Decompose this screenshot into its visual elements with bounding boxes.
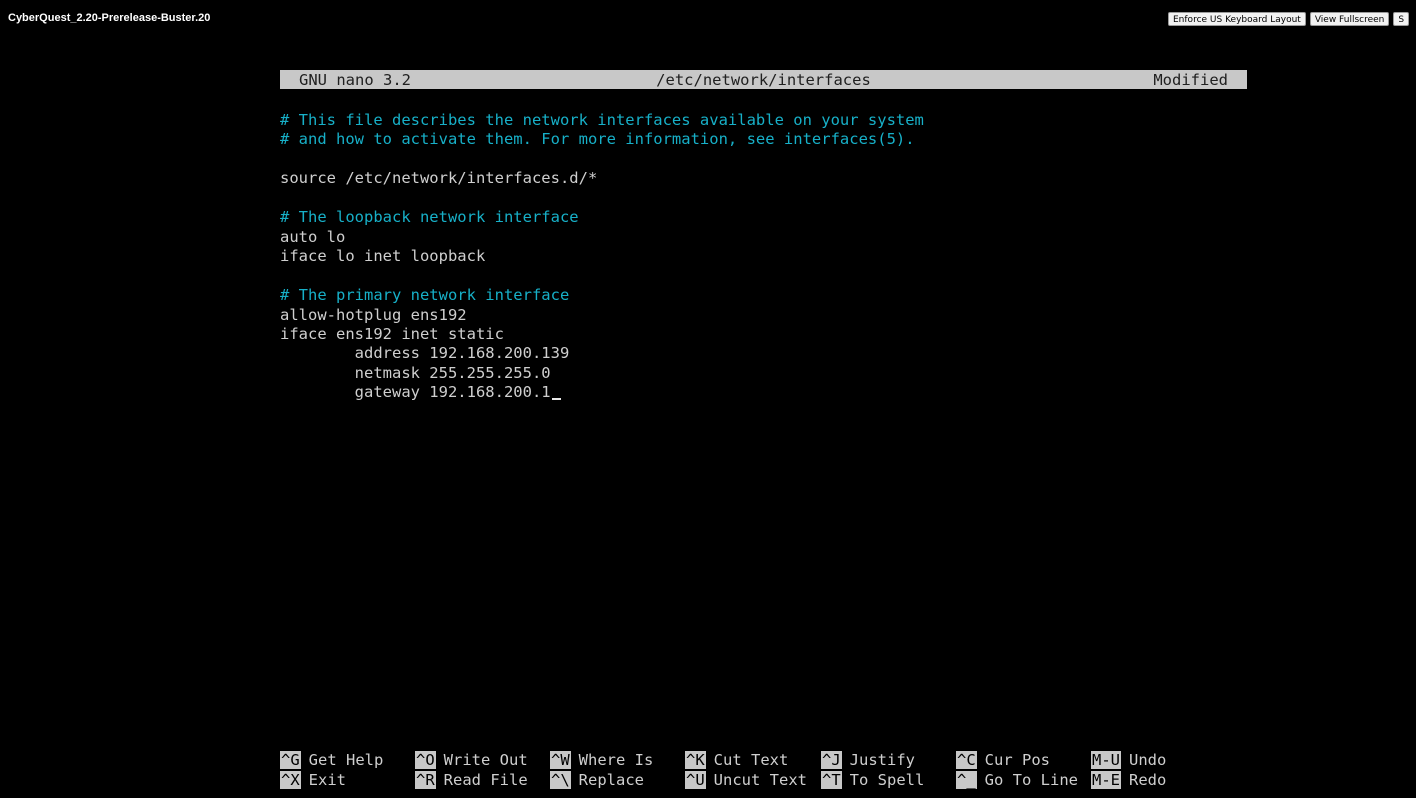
shortcut-label: Cur Pos — [984, 751, 1050, 769]
shortcut-label: Redo — [1129, 770, 1167, 789]
code-line: iface lo inet loopback — [280, 247, 486, 266]
shortcut-key: ^\ — [550, 770, 571, 789]
top-toolbar: Enforce US Keyboard Layout View Fullscre… — [1168, 12, 1410, 26]
code-line: source /etc/network/interfaces.d/* — [280, 169, 598, 188]
nano-shortcut-bar: ^G Get Help ^O Write Out ^W Where Is ^K Cut Tex… — [280, 751, 1248, 791]
shortcut-label: Replace — [578, 770, 644, 789]
code-line: allow-hotplug ens192 — [280, 305, 467, 324]
shortcut-item: M-E Redo — [1091, 770, 1167, 790]
shortcut-key: ^C — [956, 751, 977, 769]
shortcut-item: ^K Cut Text — [685, 751, 788, 770]
shortcut-label: Uncut Text — [713, 770, 807, 789]
text-cursor — [551, 398, 561, 401]
shortcut-key: M-E — [1091, 770, 1121, 789]
shortcut-key: ^_ — [956, 770, 977, 789]
shortcut-item: ^_ Go To Line — [956, 770, 1078, 790]
shortcut-item: ^\ Replace — [550, 770, 644, 790]
shortcut-item: ^C Cur Pos — [956, 751, 1050, 770]
vm-title: CyberQuest_2.20-Prerelease-Buster.20 — [8, 12, 211, 24]
shortcut-key: M-U — [1091, 751, 1121, 769]
nano-modified-status: Modified — [1153, 71, 1228, 89]
terminal-screen[interactable]: /etc/network/interfaces GNU nano 3.2 Mod… — [280, 70, 1248, 790]
shortcut-key: ^W — [550, 751, 571, 769]
shortcut-label: Go To Line — [984, 770, 1078, 789]
shortcut-key: ^R — [415, 770, 436, 789]
shortcut-item: ^X Exit — [280, 770, 346, 790]
shortcut-item: M-U Undo — [1091, 751, 1166, 770]
shortcut-label: Undo — [1129, 751, 1167, 769]
nano-filename: /etc/network/interfaces — [656, 71, 871, 89]
shortcut-label: Write Out — [443, 751, 528, 769]
shortcut-label: Cut Text — [713, 751, 789, 769]
shortcut-label: Read File — [443, 770, 528, 789]
nano-version: GNU nano 3.2 — [299, 71, 411, 89]
shortcut-label: Where Is — [578, 751, 654, 769]
shortcut-item: ^G Get Help — [280, 751, 383, 770]
comment-line: # The primary network interface — [280, 286, 570, 305]
comment-line: # and how to activate them. For more inf… — [280, 130, 915, 149]
comment-line: # The loopback network interface — [280, 208, 579, 227]
shortcut-item: ^U Uncut Text — [685, 770, 807, 790]
shortcut-label: Justify — [849, 751, 915, 769]
shortcut-item: ^R Read File — [415, 770, 528, 790]
code-line: auto lo — [280, 227, 346, 246]
code-line: address 192.168.200.139 — [280, 344, 570, 363]
comment-line: # This file describes the network interf… — [280, 111, 924, 129]
shortcut-label: Get Help — [308, 751, 384, 769]
truncated-toolbar-button[interactable]: S — [1393, 12, 1410, 26]
shortcut-key: ^J — [821, 751, 842, 769]
shortcut-item: ^W Where Is — [550, 751, 653, 770]
shortcut-key: ^O — [415, 751, 436, 769]
shortcut-label: Exit — [308, 770, 346, 789]
shortcut-item: ^T To Spell — [821, 770, 925, 790]
shortcut-item: ^J Justify — [821, 751, 915, 770]
shortcut-key: ^G — [280, 751, 301, 769]
shortcut-item: ^O Write Out — [415, 751, 528, 770]
view-fullscreen-button[interactable]: View Fullscreen — [1309, 12, 1390, 26]
code-line: iface ens192 inet static — [280, 324, 504, 343]
shortcut-key: ^U — [685, 770, 706, 789]
shortcut-key: ^K — [685, 751, 706, 769]
code-line: gateway 192.168.200.1 — [280, 383, 561, 402]
code-line: netmask 255.255.255.0 — [280, 363, 551, 382]
shortcut-key: ^X — [280, 770, 301, 789]
shortcut-key: ^T — [821, 770, 842, 789]
nano-title-bar: /etc/network/interfaces GNU nano 3.2 Mod… — [280, 70, 1247, 89]
enforce-us-keyboard-button[interactable]: Enforce US Keyboard Layout — [1168, 12, 1306, 26]
shortcut-label: To Spell — [849, 770, 925, 789]
